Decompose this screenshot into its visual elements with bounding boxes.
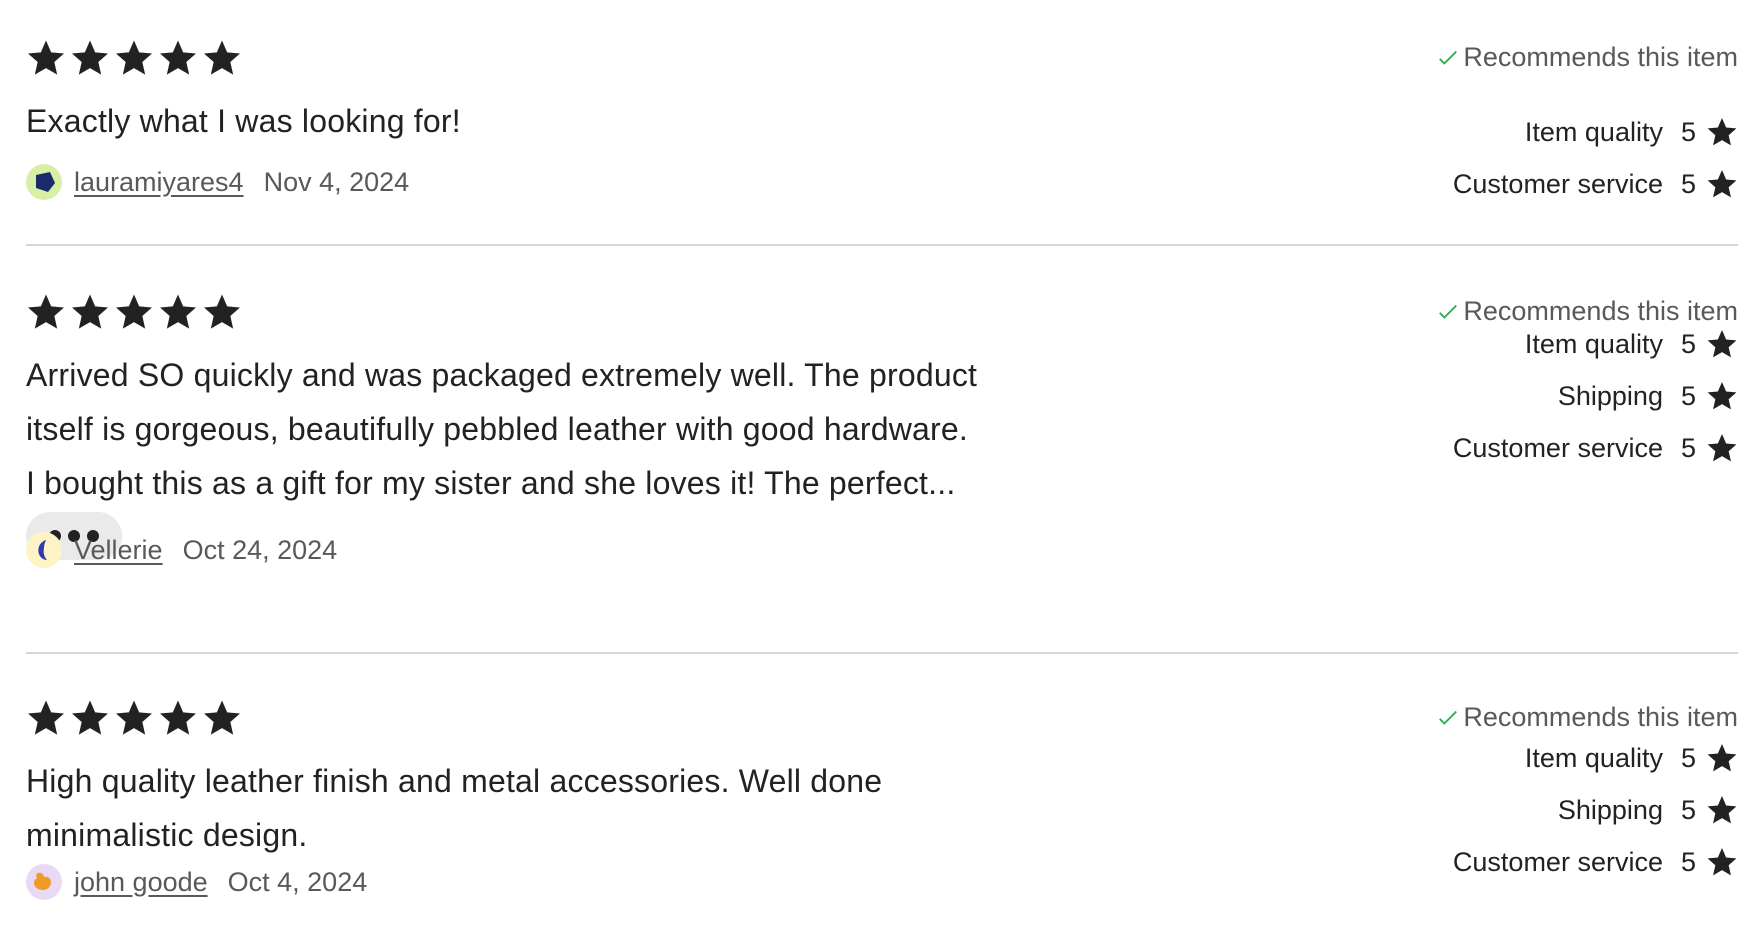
star-icon <box>1706 116 1738 148</box>
review-item: Exactly what I was looking for! lauramiy… <box>26 0 1738 246</box>
review-item: Arrived SO quickly and was packaged extr… <box>26 254 1738 654</box>
recommends-label: Recommends this item <box>1463 296 1738 326</box>
rating-row: Shipping 5 <box>1558 792 1738 828</box>
rating-value: 5 <box>1680 116 1696 147</box>
reviewer-name-link[interactable]: john goode <box>74 867 208 898</box>
star-icon <box>1706 432 1738 464</box>
avatar[interactable] <box>26 864 62 900</box>
star-icon <box>70 38 110 78</box>
rating-label: Shipping <box>1557 794 1663 825</box>
star-icon <box>202 292 242 332</box>
star-icon <box>202 38 242 78</box>
star-icon <box>26 698 66 738</box>
rating-label: Item quality <box>1524 116 1663 147</box>
star-icon <box>158 292 198 332</box>
star-icon <box>26 292 66 332</box>
star-icon <box>1706 328 1738 360</box>
rating-row: Customer service 5 <box>1453 844 1738 880</box>
star-icon <box>1706 168 1738 200</box>
rating-value: 5 <box>1680 432 1696 463</box>
rating-label: Item quality <box>1524 328 1663 359</box>
rating-value: 5 <box>1680 168 1696 199</box>
rating-value: 5 <box>1680 328 1696 359</box>
rating-row: Item quality 5 <box>1525 740 1738 776</box>
reviewer-name-link[interactable]: lauramiyares4 <box>74 167 244 198</box>
star-icon <box>1706 794 1738 826</box>
reviewer-info: lauramiyares4 Nov 4, 2024 <box>26 164 409 200</box>
review-text-line: Arrived SO quickly and was packaged extr… <box>26 357 978 393</box>
recommends-label: Recommends this item <box>1463 702 1738 732</box>
check-icon <box>1437 301 1459 323</box>
avatar[interactable] <box>26 164 62 200</box>
review-text-line: itself is gorgeous, beautifully pebbled … <box>26 411 968 447</box>
recommends-badge: Recommends this item <box>1437 702 1738 733</box>
reviewer-info: john goode Oct 4, 2024 <box>26 864 367 900</box>
category-ratings: Item quality 5 Shipping 5 Customer servi… <box>1453 740 1738 880</box>
star-icon <box>1706 846 1738 878</box>
rating-row: Item quality 5 <box>1525 326 1738 362</box>
star-icon <box>70 698 110 738</box>
rating-row: Customer service 5 <box>1453 430 1738 466</box>
category-ratings: Item quality 5 Customer service 5 <box>1453 114 1738 202</box>
rating-value: 5 <box>1680 846 1696 877</box>
star-rating <box>26 698 242 738</box>
reviews-list: Exactly what I was looking for! lauramiy… <box>0 0 1756 948</box>
review-date: Oct 24, 2024 <box>182 534 338 565</box>
recommends-badge: Recommends this item <box>1437 42 1738 73</box>
rating-value: 5 <box>1680 794 1696 825</box>
review-date: Oct 4, 2024 <box>227 866 368 897</box>
star-icon <box>26 38 66 78</box>
check-icon <box>1437 47 1459 69</box>
star-icon <box>1706 380 1738 412</box>
avatar[interactable] <box>26 532 62 568</box>
review-item: High quality leather finish and metal ac… <box>26 660 1738 948</box>
rating-row: Customer service 5 <box>1453 166 1738 202</box>
review-text-line: I bought this as a gift for my sister an… <box>26 465 956 501</box>
review-text-line: High quality leather finish and metal ac… <box>26 763 883 799</box>
review-text: Arrived SO quickly and was packaged extr… <box>26 348 1106 510</box>
star-rating <box>26 292 242 332</box>
rating-label: Customer service <box>1452 432 1663 463</box>
rating-label: Shipping <box>1557 380 1663 411</box>
star-rating <box>26 38 242 78</box>
star-icon <box>1706 742 1738 774</box>
check-icon <box>1437 707 1459 729</box>
rating-value: 5 <box>1680 380 1696 411</box>
category-ratings: Item quality 5 Shipping 5 Customer servi… <box>1453 326 1738 466</box>
star-icon <box>158 698 198 738</box>
star-icon <box>202 698 242 738</box>
rating-row: Shipping 5 <box>1558 378 1738 414</box>
rating-value: 5 <box>1680 742 1696 773</box>
review-text: High quality leather finish and metal ac… <box>26 754 1106 862</box>
review-text-line: minimalistic design. <box>26 817 308 853</box>
reviewer-info: Vellerie Oct 24, 2024 <box>26 532 337 568</box>
star-icon <box>114 38 154 78</box>
recommends-label: Recommends this item <box>1463 42 1738 72</box>
rating-row: Item quality 5 <box>1525 114 1738 150</box>
star-icon <box>158 38 198 78</box>
recommends-badge: Recommends this item <box>1437 296 1738 327</box>
star-icon <box>114 698 154 738</box>
review-text-line: Exactly what I was looking for! <box>26 103 461 139</box>
rating-label: Item quality <box>1524 742 1663 773</box>
star-icon <box>70 292 110 332</box>
rating-label: Customer service <box>1452 168 1663 199</box>
review-text: Exactly what I was looking for! <box>26 94 1106 148</box>
rating-label: Customer service <box>1452 846 1663 877</box>
star-icon <box>114 292 154 332</box>
reviewer-name-link[interactable]: Vellerie <box>74 535 163 566</box>
review-date: Nov 4, 2024 <box>263 166 410 197</box>
